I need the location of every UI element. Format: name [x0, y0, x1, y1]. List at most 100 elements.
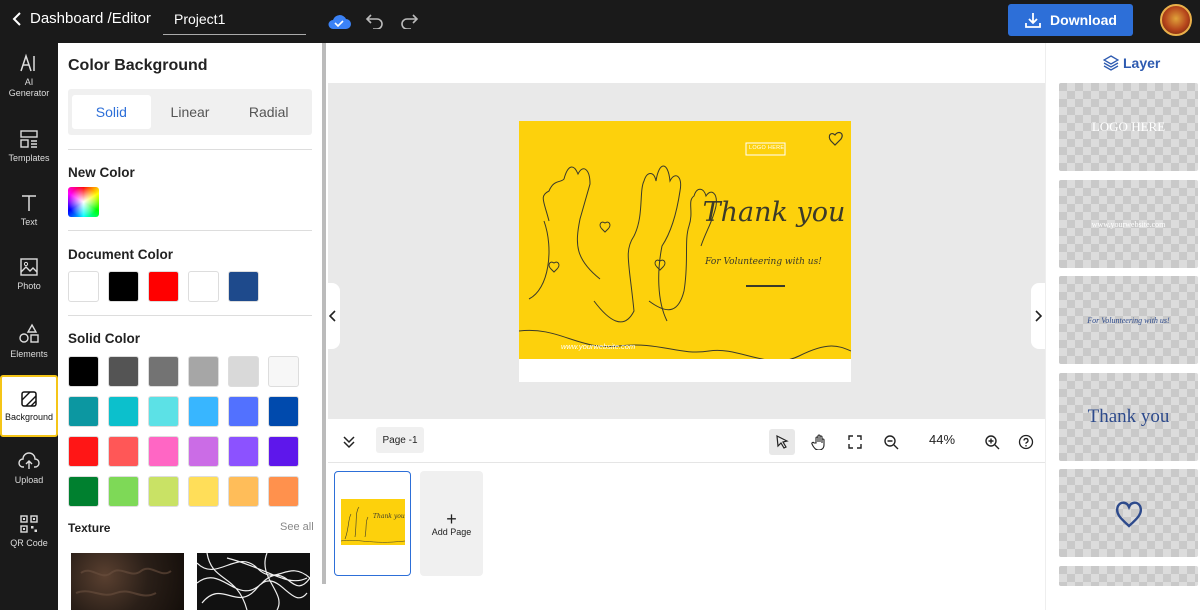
- text-icon: [22, 195, 36, 211]
- solid-color-swatch[interactable]: [108, 476, 139, 507]
- document-color-swatch[interactable]: [68, 271, 99, 302]
- add-page-button[interactable]: + Add Page: [420, 471, 483, 576]
- select-tool-icon[interactable]: [769, 429, 795, 455]
- design-subtitle: For Volunteering with us!: [705, 257, 822, 267]
- page-thumbnail-image: Thank you: [340, 499, 406, 545]
- zoom-out-icon[interactable]: [878, 429, 904, 455]
- solid-color-swatch[interactable]: [188, 356, 219, 387]
- nav-label: Photo: [17, 281, 41, 291]
- solid-color-swatch[interactable]: [148, 396, 179, 427]
- divider: [68, 315, 312, 316]
- solid-color-swatch[interactable]: [108, 396, 139, 427]
- solid-color-swatch[interactable]: [68, 356, 99, 387]
- design-title: Thank you: [702, 197, 846, 228]
- divider: [68, 149, 312, 150]
- solid-color-swatch[interactable]: [188, 396, 219, 427]
- collapse-pages-icon[interactable]: [336, 429, 362, 455]
- fit-screen-icon[interactable]: [842, 429, 868, 455]
- solid-color-heading: Solid Color: [68, 331, 140, 346]
- nav-label: Background: [4, 411, 54, 422]
- background-type-tabs: Solid Linear Radial: [68, 89, 312, 135]
- nav-item-background[interactable]: Background: [0, 375, 58, 437]
- left-nav: AI Generator Templates Text Photo Elemen…: [0, 43, 58, 610]
- zoom-in-icon[interactable]: [979, 429, 1005, 455]
- solid-color-swatch[interactable]: [268, 396, 299, 427]
- photo-icon: [20, 258, 38, 276]
- collapse-left-panel-button[interactable]: [326, 283, 340, 349]
- project-name-input[interactable]: Project1: [163, 6, 306, 35]
- document-color-heading: Document Color: [68, 247, 174, 262]
- solid-color-swatch[interactable]: [68, 436, 99, 467]
- layer-item-subtitle[interactable]: For Volunteering with us!: [1059, 276, 1198, 364]
- download-label: Download: [1050, 12, 1117, 28]
- layer-item-logo[interactable]: LOGO HERE: [1059, 83, 1198, 171]
- layer-item-heart[interactable]: [1059, 469, 1198, 557]
- thumbnail-title: Thank you: [373, 513, 405, 520]
- document-color-swatch[interactable]: [108, 271, 139, 302]
- back-to-dashboard-link[interactable]: Dashboard /Editor: [12, 10, 151, 27]
- solid-color-swatch[interactable]: [68, 396, 99, 427]
- document-color-swatch[interactable]: [188, 271, 219, 302]
- nav-label: Upload: [14, 475, 44, 485]
- add-page-label: Add Page: [431, 526, 472, 537]
- tab-linear[interactable]: Linear: [151, 95, 230, 129]
- solid-color-swatch[interactable]: [108, 436, 139, 467]
- texture-thumbnail-scribble[interactable]: [196, 552, 311, 610]
- new-color-heading: New Color: [68, 165, 135, 180]
- templates-icon: [20, 130, 38, 148]
- solid-color-swatch[interactable]: [228, 436, 259, 467]
- texture-thumbnail-dark-wood[interactable]: [71, 553, 184, 610]
- layer-item-partial[interactable]: [1059, 566, 1198, 586]
- page-indicator[interactable]: Page -1: [376, 427, 424, 453]
- solid-color-swatch[interactable]: [268, 356, 299, 387]
- nav-item-elements[interactable]: Elements: [0, 323, 58, 363]
- layer-item-website[interactable]: www.yourwebsite.com: [1059, 180, 1198, 268]
- solid-color-swatch[interactable]: [68, 476, 99, 507]
- help-icon[interactable]: [1013, 429, 1039, 455]
- nav-item-upload[interactable]: Upload: [0, 451, 58, 491]
- avatar[interactable]: [1160, 4, 1192, 36]
- redo-icon[interactable]: [396, 10, 422, 32]
- solid-color-swatch[interactable]: [228, 356, 259, 387]
- divider: [68, 230, 312, 231]
- panel-title: Color Background: [68, 57, 208, 74]
- design-website: www.yourwebsite.com: [561, 342, 636, 351]
- chevron-right-icon: [1035, 310, 1042, 322]
- nav-item-text[interactable]: Text: [0, 193, 58, 233]
- hand-tool-icon[interactable]: [806, 429, 832, 455]
- nav-item-photo[interactable]: Photo: [0, 257, 58, 297]
- chevron-left-icon: [329, 310, 336, 322]
- volunteer-hands-illustration: [519, 131, 851, 359]
- solid-color-swatch[interactable]: [188, 476, 219, 507]
- design-canvas[interactable]: LOGO HERE Thank you For Volunteering wit…: [519, 121, 851, 359]
- document-color-swatch[interactable]: [148, 271, 179, 302]
- solid-color-swatch[interactable]: [228, 396, 259, 427]
- download-button[interactable]: Download: [1008, 4, 1133, 36]
- plus-icon: +: [446, 508, 457, 529]
- solid-color-swatch[interactable]: [188, 436, 219, 467]
- nav-label: Elements: [10, 349, 48, 359]
- solid-color-swatch[interactable]: [108, 356, 139, 387]
- tab-radial[interactable]: Radial: [229, 95, 308, 129]
- solid-color-swatch[interactable]: [148, 436, 179, 467]
- nav-label: Text: [20, 217, 38, 227]
- tab-solid[interactable]: Solid: [72, 95, 151, 129]
- solid-color-swatch[interactable]: [148, 356, 179, 387]
- expand-right-panel-button[interactable]: [1031, 283, 1045, 349]
- solid-color-swatch[interactable]: [228, 476, 259, 507]
- nav-item-qr-code[interactable]: QR Code: [0, 514, 58, 554]
- cloud-saved-icon[interactable]: [326, 10, 352, 32]
- nav-item-templates[interactable]: Templates: [0, 129, 58, 169]
- undo-icon[interactable]: [362, 10, 388, 32]
- solid-color-swatch[interactable]: [268, 436, 299, 467]
- layer-item-title[interactable]: Thank you: [1059, 373, 1198, 461]
- layer-item-label: Thank you: [1087, 406, 1170, 427]
- page-thumbnail[interactable]: Thank you: [334, 471, 411, 576]
- see-all-textures-link[interactable]: See all: [280, 521, 314, 533]
- document-color-swatch[interactable]: [228, 271, 259, 302]
- solid-color-swatch[interactable]: [268, 476, 299, 507]
- top-bar: Dashboard /Editor Project1 Download: [0, 0, 1200, 43]
- new-color-picker-button[interactable]: [68, 187, 99, 217]
- nav-item-ai-generator[interactable]: AI Generator: [0, 53, 58, 108]
- solid-color-swatch[interactable]: [148, 476, 179, 507]
